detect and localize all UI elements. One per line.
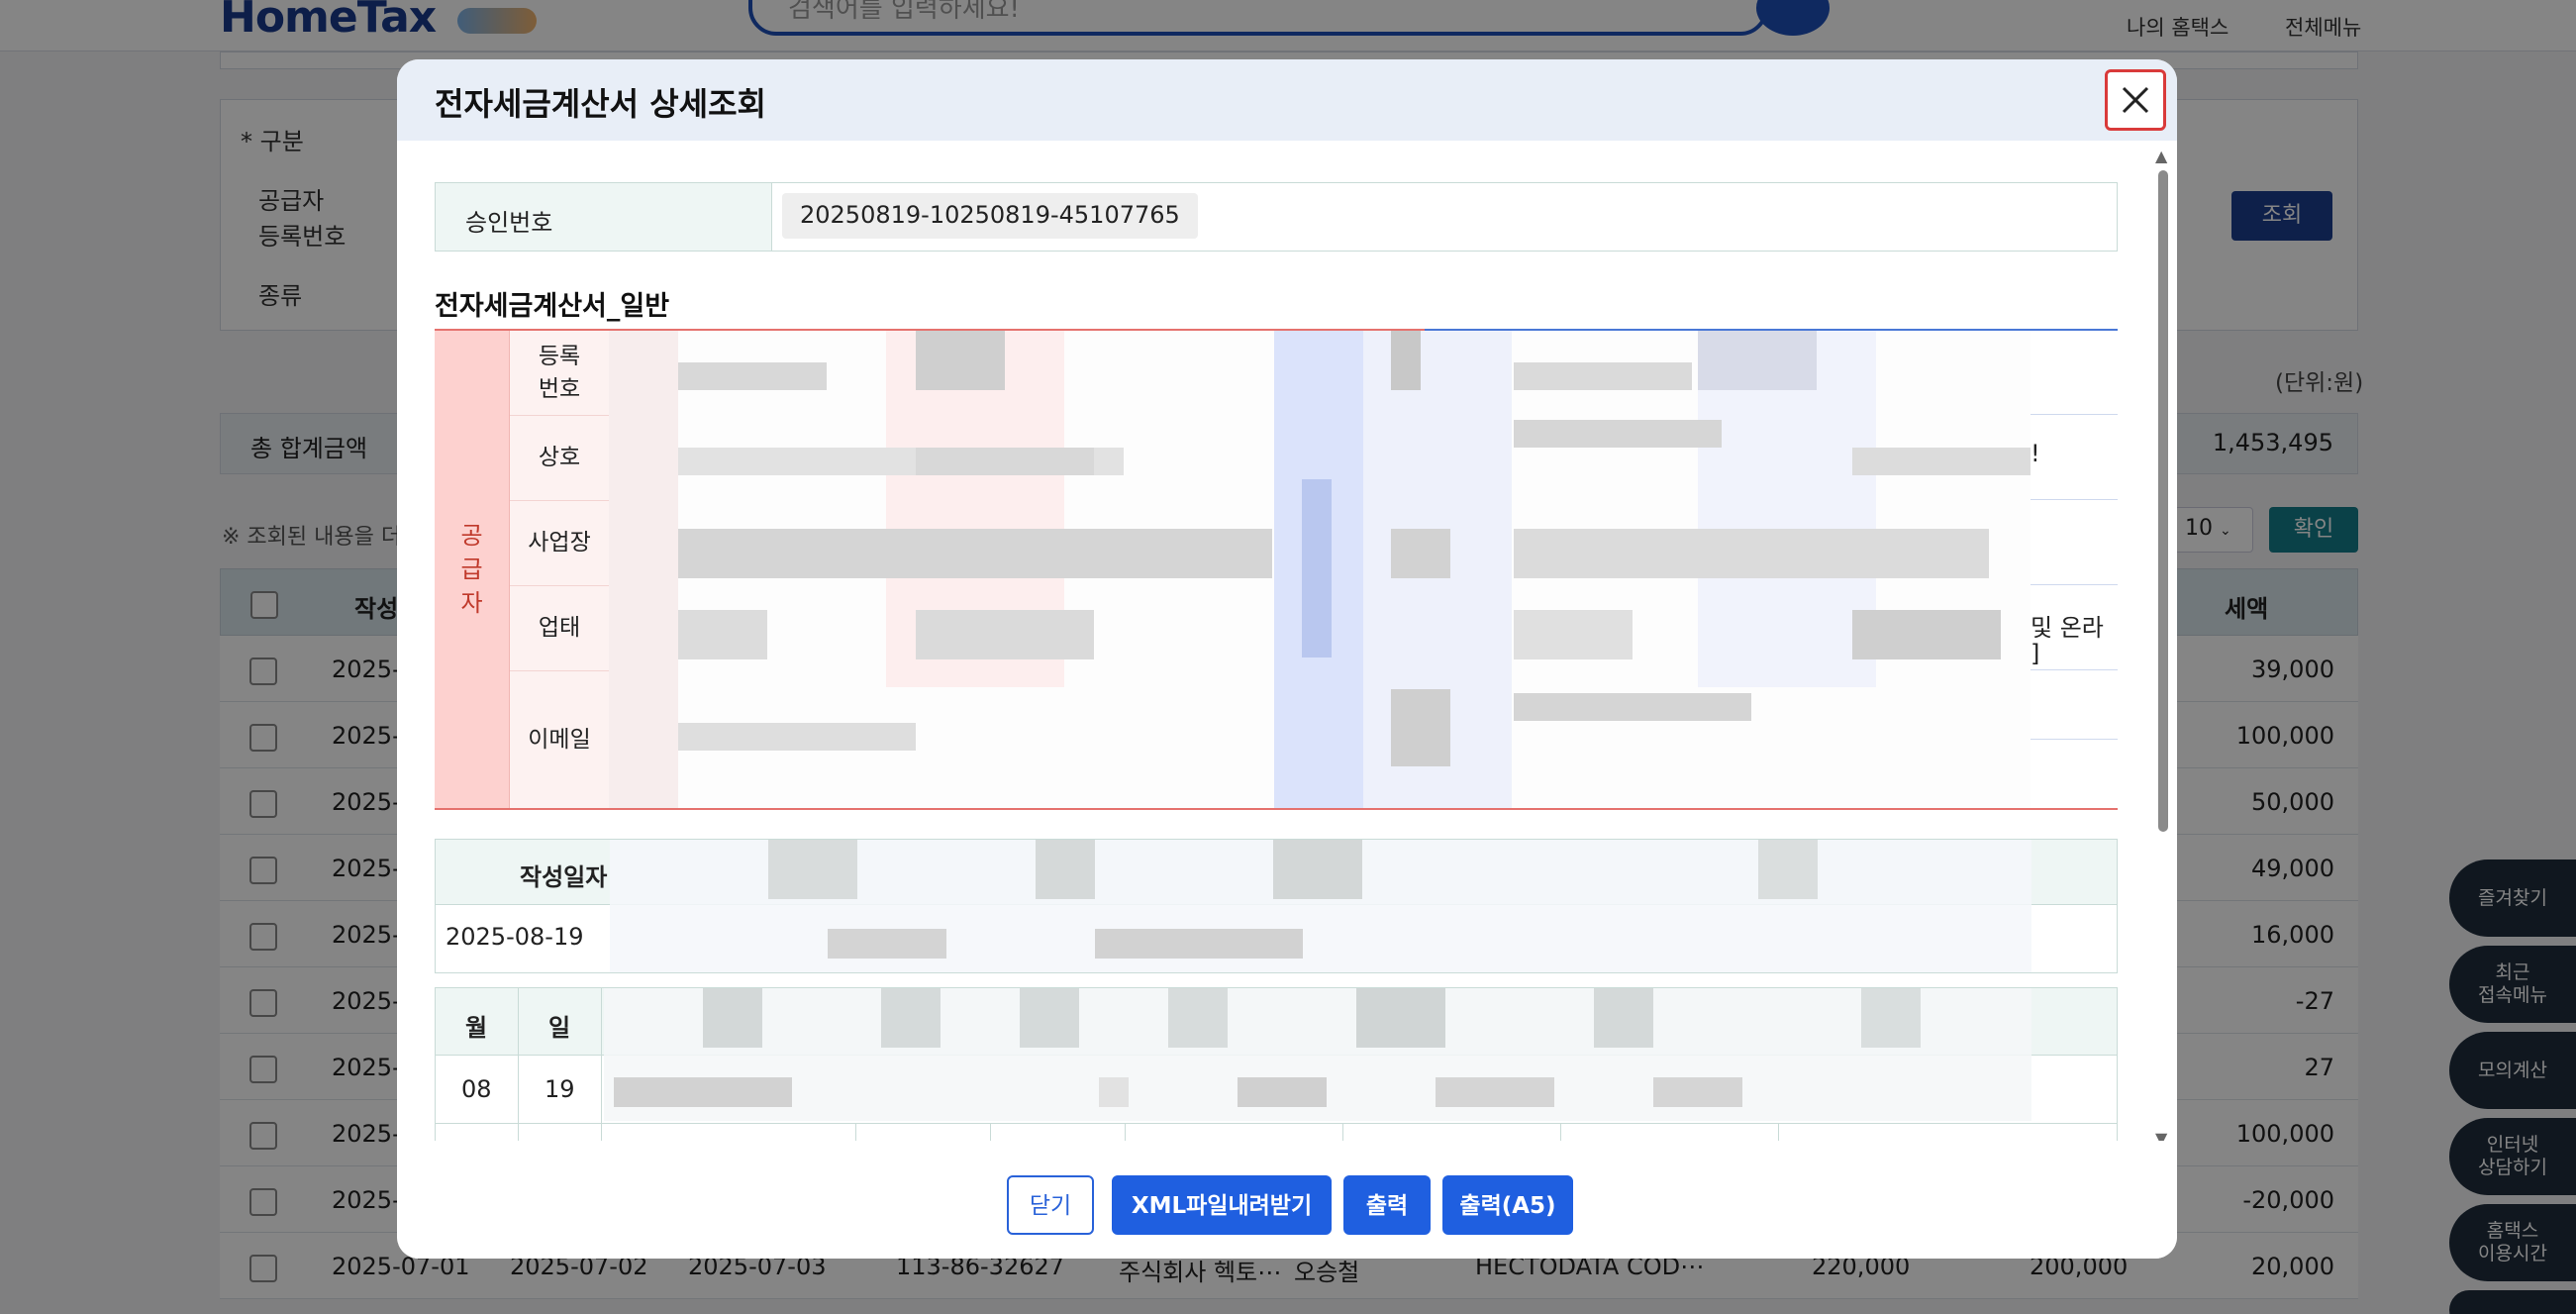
field-reg-no-label: 등록 번호 [510,331,609,416]
item-table: 월 08 일 19 [435,987,2118,1141]
print-button[interactable]: 출력 [1343,1175,1431,1235]
modal-header: 전자세금계산서 상세조회 [397,59,2177,141]
partial-text: 및 온라 [2031,614,2104,642]
supplier-section: 공 급 자 등록 번호 상호 사업장 업태 이메일 ! 및 온라 ] [435,329,2118,810]
day-value: 19 [545,1075,575,1103]
supplier-char: 자 [460,589,483,617]
redacted-area [609,331,2031,808]
invoice-detail-modal: 전자세금계산서 상세조회 승인번호 20250819-10250819-4510… [397,59,2177,1259]
approval-number: 20250819-10250819-45107765 [782,193,1198,239]
close-icon [2122,86,2149,114]
col-divider [1778,1123,1779,1141]
col-divider [990,1123,991,1141]
print-a5-button[interactable]: 출력(A5) [1442,1175,1573,1235]
col-divider [1342,1123,1343,1141]
modal-footer: 닫기 XML파일내려받기 출력 출력(A5) [397,1141,2177,1259]
section-title: 전자세금계산서_일반 [435,291,670,322]
col-divider [1560,1123,1561,1141]
modal-title: 전자세금계산서 상세조회 [435,85,766,123]
field-business-type-label: 업태 [510,586,609,671]
supplier-char: 급 [460,556,483,583]
supplier-side-label: 공 급 자 [435,331,510,808]
col-divider [1125,1123,1126,1141]
approval-label: 승인번호 [436,183,772,251]
partial-text: ! [2031,440,2040,467]
field-address-label: 사업장 [510,501,609,586]
supplier-char: 공 [460,522,483,550]
col-divider [855,1123,856,1141]
field-email-label: 이메일 [510,671,609,808]
written-date-label: 작성일자 [520,863,608,891]
day-column: 일 19 [519,988,602,1141]
modal-body[interactable]: 승인번호 20250819-10250819-45107765 전자세금계산서_… [397,141,2177,1141]
scrollbar-thumb[interactable] [2158,170,2168,832]
close-modal-button[interactable]: 닫기 [1007,1175,1094,1235]
redacted-area [604,988,2031,1121]
written-date-block: 작성일자 2025-08-19 [435,839,2118,973]
month-value: 08 [461,1075,492,1103]
day-label: 일 [548,1014,571,1042]
partial-text: ] [2031,640,2040,667]
item-row-divider [436,1123,2117,1124]
redacted-area [610,840,2031,972]
month-column: 월 08 [436,988,519,1141]
xml-download-button[interactable]: XML파일내려받기 [1112,1175,1332,1235]
scroll-up-icon[interactable]: ▲ [2155,147,2167,165]
written-date-value: 2025-08-19 [446,923,584,951]
close-button[interactable] [2105,69,2166,131]
approval-row: 승인번호 20250819-10250819-45107765 [435,182,2118,252]
month-label: 월 [465,1014,488,1042]
field-company-label: 상호 [510,416,609,501]
